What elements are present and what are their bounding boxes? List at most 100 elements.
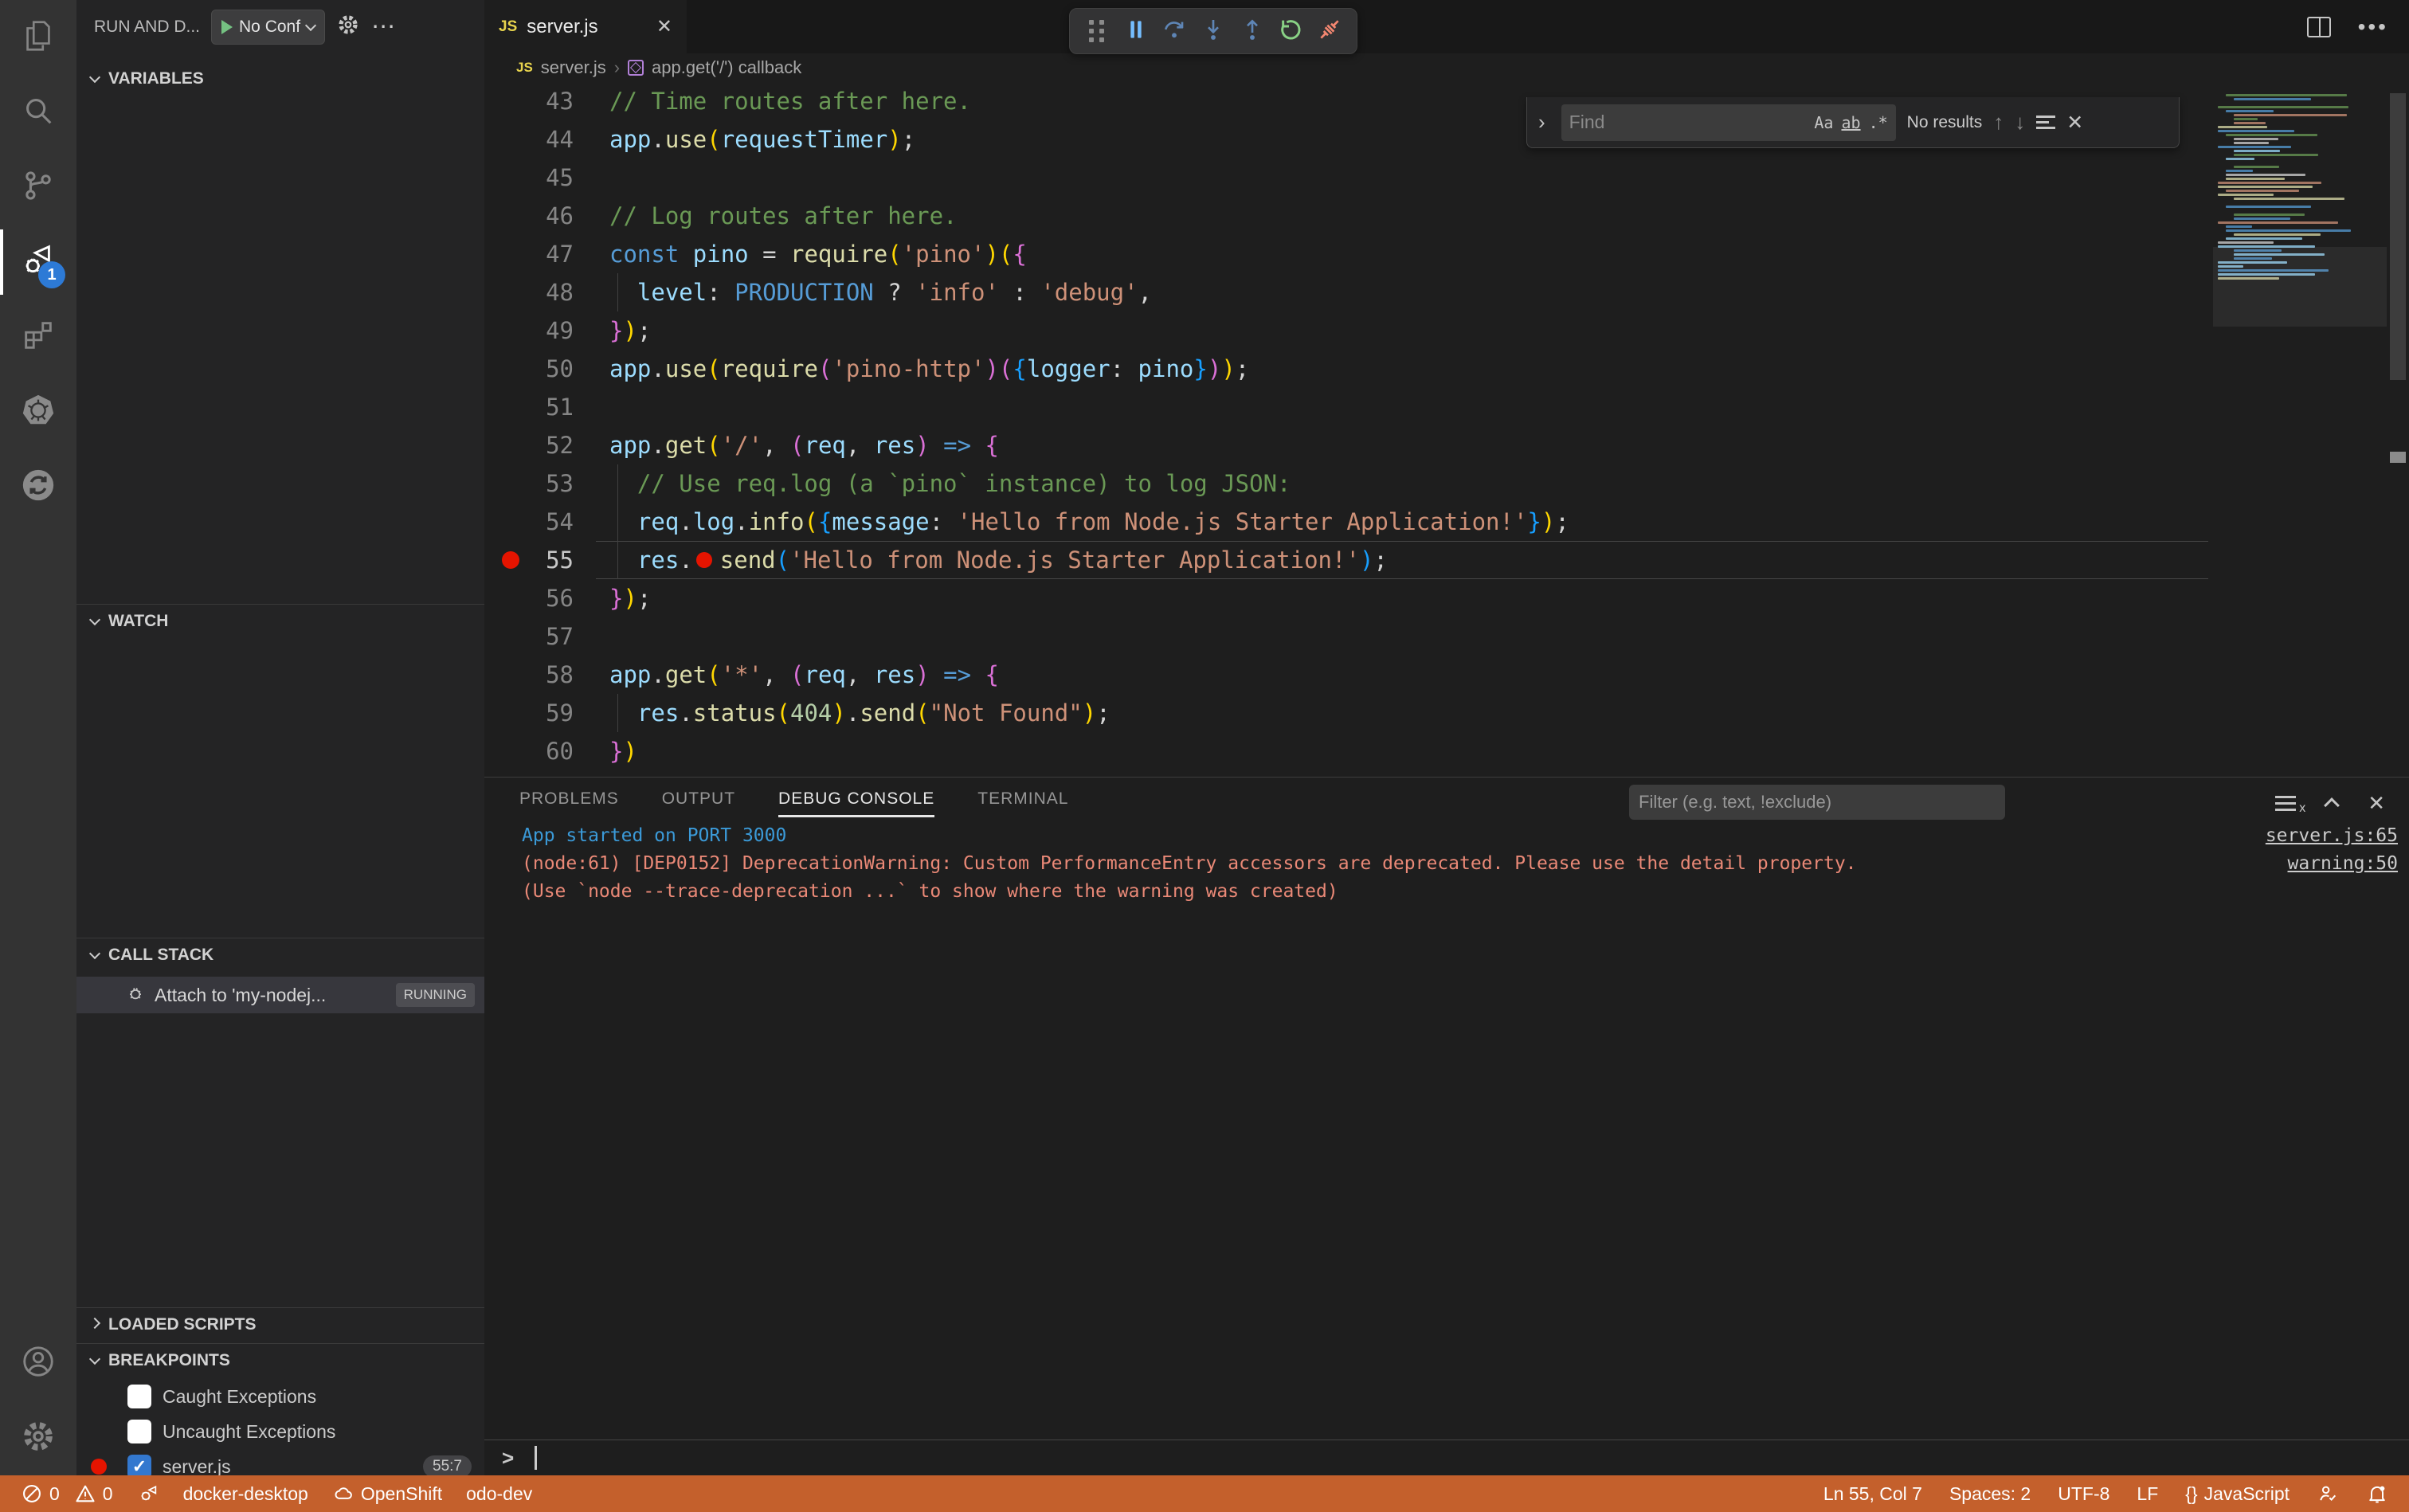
minimap-slider[interactable] — [2213, 247, 2387, 327]
breakpoint-checkbox[interactable] — [127, 1385, 151, 1408]
line-number[interactable]: 52 — [484, 432, 574, 459]
close-panel-icon[interactable]: ✕ — [2368, 791, 2385, 816]
code-line[interactable]: 51 — [484, 388, 2409, 426]
activity-run-and-debug[interactable]: 1 — [0, 225, 76, 300]
problems-status[interactable]: 0 0 — [21, 1483, 113, 1505]
debug-settings-gear-icon[interactable] — [336, 13, 360, 41]
breakpoint-dot-icon[interactable] — [502, 551, 519, 569]
activity-accounts[interactable] — [0, 1326, 76, 1400]
line-number[interactable]: 49 — [484, 317, 574, 344]
breadcrumb[interactable]: JS server.js › app.get('/') callback — [484, 53, 2409, 82]
line-number[interactable]: 51 — [484, 394, 574, 421]
activity-source-control[interactable] — [0, 150, 76, 225]
code-line[interactable]: 52app.get('/', (req, res) => { — [484, 426, 2409, 464]
line-number[interactable]: 56 — [484, 585, 574, 612]
line-number[interactable]: 58 — [484, 661, 574, 688]
indentation-status[interactable]: Spaces: 2 — [1949, 1483, 2031, 1505]
line-number[interactable]: 48 — [484, 279, 574, 306]
loaded-scripts-section-header[interactable]: LOADED SCRIPTS — [76, 1307, 484, 1341]
notifications-bell-icon[interactable] — [2366, 1483, 2388, 1505]
maximize-panel-icon[interactable] — [2324, 797, 2340, 813]
source-link[interactable]: server.js:65 — [2266, 822, 2398, 850]
encoding-status[interactable]: UTF-8 — [2058, 1483, 2109, 1505]
debug-console-input[interactable]: > — [484, 1440, 2409, 1475]
eol-status[interactable]: LF — [2137, 1483, 2158, 1505]
step-out-button[interactable] — [1235, 14, 1270, 49]
tab-output[interactable]: OUTPUT — [662, 789, 735, 817]
tab-terminal[interactable]: TERMINAL — [977, 789, 1068, 817]
whole-word-icon[interactable]: ab — [1841, 113, 1860, 132]
find-input-box[interactable]: Aa ab .* — [1561, 104, 1896, 141]
breakpoint-row[interactable]: Uncaught Exceptions — [76, 1414, 484, 1449]
code-line[interactable]: 59 res.status(404).send("Not Found"); — [484, 694, 2409, 732]
console-filter-box[interactable] — [1629, 785, 2005, 820]
source-link[interactable]: warning:50 — [2288, 850, 2398, 878]
code-line[interactable]: 50app.use(require('pino-http')({logger: … — [484, 350, 2409, 388]
breakpoint-row[interactable]: Caught Exceptions — [76, 1379, 484, 1414]
call-stack-session-row[interactable]: Attach to 'my-nodej... RUNNING — [76, 977, 484, 1013]
cursor-position-status[interactable]: Ln 55, Col 7 — [1823, 1483, 1922, 1505]
line-number[interactable]: 60 — [484, 738, 574, 765]
line-number[interactable]: 53 — [484, 470, 574, 497]
call-stack-section-header[interactable]: CALL STACK — [76, 938, 484, 971]
line-number[interactable]: 50 — [484, 355, 574, 382]
variables-section-header[interactable]: VARIABLES — [76, 62, 484, 96]
editor-more-actions-icon[interactable]: ••• — [2358, 14, 2388, 40]
disconnect-button[interactable] — [1312, 14, 1347, 49]
match-case-icon[interactable]: Aa — [1814, 113, 1833, 132]
code-line[interactable]: 54 req.log.info({message: 'Hello from No… — [484, 503, 2409, 541]
start-debug-config-button[interactable]: No Conf — [211, 10, 325, 45]
previous-match-icon[interactable]: ↑ — [1993, 110, 2004, 135]
code-line[interactable]: 56}); — [484, 579, 2409, 617]
debug-console-output[interactable]: App started on PORT 3000server.js:65(nod… — [522, 822, 2398, 906]
tab-debug-console[interactable]: DEBUG CONSOLE — [778, 789, 934, 817]
console-filter-input[interactable] — [1639, 792, 1996, 813]
tab-server-js[interactable]: JS server.js ✕ — [484, 0, 687, 53]
code-line[interactable]: 47const pino = require('pino')({ — [484, 235, 2409, 273]
line-number[interactable]: 44 — [484, 126, 574, 153]
code-line[interactable]: 57 — [484, 617, 2409, 656]
toggle-replace-icon[interactable]: › — [1534, 110, 1550, 135]
accounts-check-icon[interactable] — [2317, 1483, 2339, 1505]
scrollbar-thumb[interactable] — [2390, 93, 2406, 380]
breakpoint-checkbox[interactable] — [127, 1420, 151, 1443]
line-number[interactable]: 43 — [484, 88, 574, 115]
close-find-icon[interactable]: ✕ — [2066, 111, 2083, 135]
code-line[interactable]: 60}) — [484, 732, 2409, 770]
tab-problems[interactable]: PROBLEMS — [519, 789, 619, 817]
activity-extensions[interactable] — [0, 300, 76, 374]
code-line[interactable]: 58app.get('*', (req, res) => { — [484, 656, 2409, 694]
line-number[interactable]: 45 — [484, 164, 574, 191]
line-number[interactable]: 59 — [484, 699, 574, 727]
split-editor-icon[interactable] — [2307, 17, 2331, 37]
code-line[interactable]: 45 — [484, 159, 2409, 197]
line-number[interactable]: 54 — [484, 508, 574, 535]
step-into-button[interactable] — [1196, 14, 1231, 49]
toolbar-drag-handle[interactable] — [1079, 14, 1114, 49]
code-area[interactable]: 43// Time routes after here.44app.use(re… — [484, 82, 2409, 777]
sidebar-more-actions-icon[interactable]: ⋯ — [371, 19, 397, 35]
activity-openshift[interactable] — [0, 449, 76, 524]
find-in-selection-icon[interactable] — [2036, 116, 2055, 129]
breakpoints-section-header[interactable]: BREAKPOINTS — [76, 1343, 484, 1377]
docker-context-status[interactable]: docker-desktop — [183, 1483, 308, 1505]
line-number[interactable]: 46 — [484, 202, 574, 229]
openshift-status[interactable]: OpenShift — [332, 1483, 442, 1505]
step-over-button[interactable] — [1157, 14, 1192, 49]
find-input[interactable] — [1569, 112, 1807, 133]
activity-search[interactable] — [0, 75, 76, 150]
code-line[interactable]: 46// Log routes after here. — [484, 197, 2409, 235]
clear-console-icon[interactable]: x — [2275, 796, 2296, 811]
language-mode-status[interactable]: {} JavaScript — [2185, 1483, 2290, 1505]
line-number[interactable]: 57 — [484, 623, 574, 650]
code-line[interactable]: 48 level: PRODUCTION ? 'info' : 'debug', — [484, 273, 2409, 311]
code-line[interactable]: 55 res.send('Hello from Node.js Starter … — [484, 541, 2409, 579]
regex-icon[interactable]: .* — [1869, 113, 1888, 132]
next-match-icon[interactable]: ↓ — [2015, 110, 2025, 135]
restart-button[interactable] — [1273, 14, 1308, 49]
activity-explorer[interactable] — [0, 0, 76, 75]
debug-status-icon[interactable] — [137, 1483, 159, 1505]
close-tab-icon[interactable]: ✕ — [656, 15, 672, 38]
line-number[interactable]: 55 — [484, 546, 574, 574]
pause-button[interactable] — [1118, 14, 1154, 49]
